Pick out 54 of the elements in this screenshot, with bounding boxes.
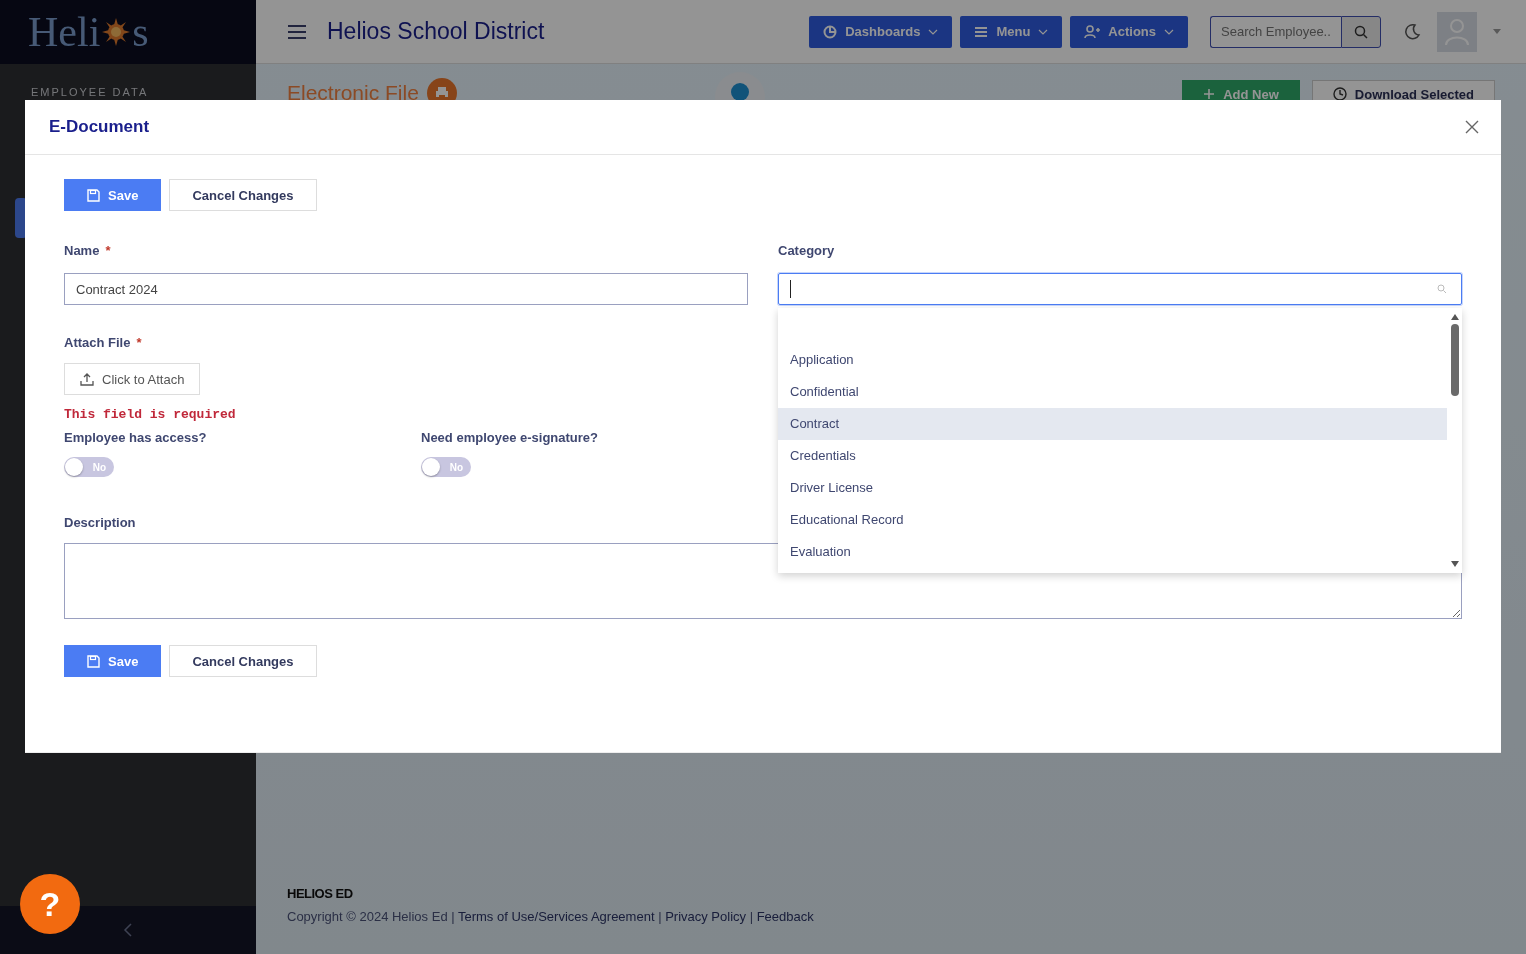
scroll-down-icon[interactable] [1450,561,1459,567]
field-label: Name [64,243,100,260]
field-label: Description [64,515,136,532]
footer-brand: HELIOS ED [287,886,354,901]
nav-dropdown-button[interactable]: Dashboards [809,15,953,48]
field-label: Attach File [64,335,131,352]
save-button[interactable]: Save [64,645,162,677]
attach-button[interactable]: Click to Attach [64,363,201,395]
footer-link[interactable]: Feedback [756,909,814,924]
error-message: This field is required [64,407,237,422]
category-field[interactable] [778,273,1462,305]
dropdown-option[interactable]: Driver License [778,472,1447,504]
required-mark: * [105,243,111,260]
dropdown-option[interactable]: Application [778,344,1447,376]
search-field[interactable]: Search Employee.. [1210,15,1341,48]
search-button[interactable] [1341,15,1381,48]
search-icon [1437,284,1447,294]
field-label: Category [778,243,835,260]
search-icon [1354,24,1368,39]
close-icon[interactable] [1465,120,1479,134]
sidebar-section-title: EMPLOYEE DATA [31,86,149,98]
chevron-down-icon [1038,28,1049,35]
dropdown-option[interactable]: Confidential [778,376,1447,408]
field-label: Need employee e-signature? [421,430,599,445]
upload-icon [80,372,94,386]
required-mark: * [136,335,142,352]
nav-dropdown-button[interactable]: Actions [1070,15,1188,48]
footer-link[interactable]: Terms of Use/Services Agreement [458,909,655,924]
scroll-up-icon[interactable] [1450,314,1459,320]
moon-icon[interactable] [1403,22,1421,41]
copyright-text: Copyright © 2024 Helios Ed | Terms of Use/Services Agreement | Privacy Policy | Feedback [287,909,815,924]
field-label: Employee has access? [64,430,208,445]
add-user-icon [1084,24,1101,39]
clock-icon [1332,87,1347,101]
dropdown-option[interactable]: Educational Record [778,504,1447,536]
pie-chart-icon [823,24,838,39]
name-field[interactable]: Contract 2024 [64,273,748,305]
menu-icon [974,25,989,38]
chevron-down-icon [928,28,939,35]
footer-link[interactable]: Privacy Policy [665,909,747,924]
save-button[interactable]: Save [64,179,162,211]
dropdown-option[interactable]: Evaluation [778,536,1447,568]
dropdown-option[interactable]: Contract [778,408,1447,440]
logo: Heli s [28,8,149,56]
app-title: Helios School District [327,18,545,45]
cancel-button[interactable]: Cancel Changes [169,645,317,677]
dialog-title: E-Document [49,117,150,137]
dropdown-option[interactable]: Credentials [778,440,1447,472]
page-title: Electronic File [287,81,419,105]
nav-dropdown-button[interactable]: Menu [960,15,1063,48]
cancel-button[interactable]: Cancel Changes [169,179,317,211]
menu-icon[interactable] [287,23,307,40]
scrollbar-thumb[interactable] [1450,324,1459,396]
chevron-down-icon [1164,28,1174,35]
